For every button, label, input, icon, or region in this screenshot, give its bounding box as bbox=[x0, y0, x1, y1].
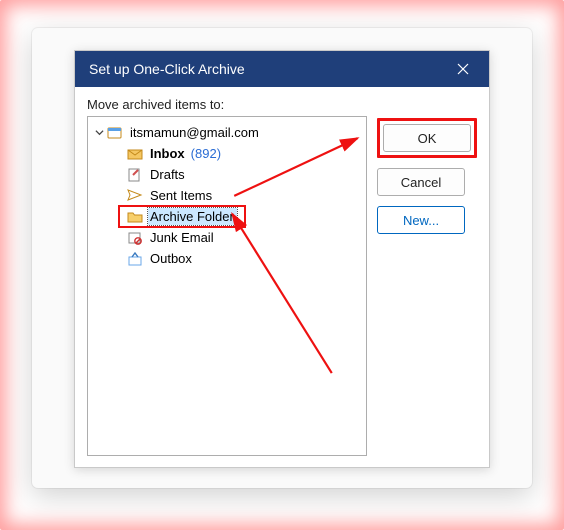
stage-card: Set up One-Click Archive Move archived i… bbox=[32, 28, 532, 488]
dialog-body: Move archived items to: itsmamun@gmail.c… bbox=[75, 87, 489, 468]
tree-item-label: Outbox bbox=[148, 250, 195, 267]
button-column: OK Cancel New... bbox=[377, 116, 477, 456]
inbox-icon bbox=[126, 146, 144, 162]
tree-root-label: itsmamun@gmail.com bbox=[128, 124, 262, 141]
tree-item-sent[interactable]: Sent Items bbox=[92, 185, 362, 206]
cancel-button[interactable]: Cancel bbox=[377, 168, 465, 196]
close-button[interactable] bbox=[443, 51, 483, 87]
tree-root[interactable]: itsmamun@gmail.com bbox=[92, 122, 362, 143]
tree-item-label: Drafts bbox=[148, 166, 188, 183]
ok-highlight: OK bbox=[377, 118, 477, 158]
tree-item-junk[interactable]: Junk Email bbox=[92, 227, 362, 248]
tree-item-outbox[interactable]: Outbox bbox=[92, 248, 362, 269]
tree-item-drafts[interactable]: Drafts bbox=[92, 164, 362, 185]
sent-icon bbox=[126, 188, 144, 204]
tree-item-label: Junk Email bbox=[148, 229, 217, 246]
tree-item-inbox[interactable]: Inbox (892) bbox=[92, 143, 362, 164]
columns: itsmamun@gmail.com Inbox (892) bbox=[87, 116, 477, 456]
ok-button[interactable]: OK bbox=[383, 124, 471, 152]
chevron-down-icon[interactable] bbox=[92, 128, 106, 137]
tree-item-label: Archive Folder bbox=[148, 208, 237, 225]
tree-item-label: Inbox bbox=[148, 145, 188, 162]
tree-item-archive[interactable]: Archive Folder bbox=[92, 206, 362, 227]
archive-dialog: Set up One-Click Archive Move archived i… bbox=[74, 50, 490, 468]
tree-item-count: (892) bbox=[191, 146, 221, 161]
titlebar: Set up One-Click Archive bbox=[75, 51, 489, 87]
folder-icon bbox=[126, 209, 144, 225]
dialog-title: Set up One-Click Archive bbox=[89, 61, 245, 77]
tree-item-label: Sent Items bbox=[148, 187, 215, 204]
new-button[interactable]: New... bbox=[377, 206, 465, 234]
folder-tree[interactable]: itsmamun@gmail.com Inbox (892) bbox=[87, 116, 367, 456]
close-icon bbox=[457, 63, 469, 75]
junk-icon bbox=[126, 230, 144, 246]
mailbox-icon bbox=[106, 125, 124, 141]
prompt-label: Move archived items to: bbox=[87, 97, 477, 112]
drafts-icon bbox=[126, 167, 144, 183]
outbox-icon bbox=[126, 251, 144, 267]
